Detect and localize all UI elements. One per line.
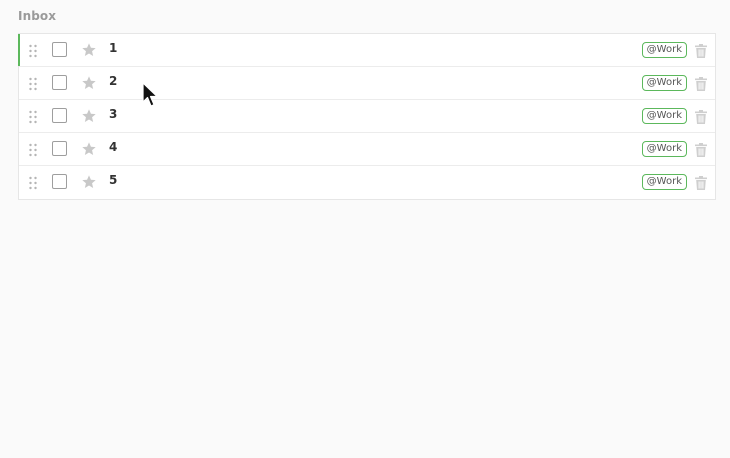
star-icon[interactable] (81, 141, 97, 157)
task-title[interactable]: 3 (109, 107, 117, 121)
trash-icon[interactable] (695, 43, 707, 58)
task-title[interactable]: 4 (109, 140, 117, 154)
drag-handle-icon[interactable] (28, 142, 38, 157)
star-icon[interactable] (81, 108, 97, 124)
trash-icon[interactable] (695, 142, 707, 157)
task-checkbox[interactable] (52, 42, 67, 57)
task-list: 1 @Work 2 @Work 3 @Work 4 @Work 5 @Work (18, 33, 716, 200)
task-checkbox[interactable] (52, 174, 67, 189)
task-row[interactable]: 5 @Work (19, 166, 715, 199)
drag-handle-icon[interactable] (28, 109, 38, 124)
task-checkbox[interactable] (52, 108, 67, 123)
task-row[interactable]: 4 @Work (19, 133, 715, 166)
trash-icon[interactable] (695, 76, 707, 91)
task-tag[interactable]: @Work (641, 141, 687, 157)
drag-handle-icon[interactable] (28, 43, 38, 58)
mouse-cursor-icon (142, 82, 160, 108)
task-row[interactable]: 3 @Work (19, 100, 715, 133)
star-icon[interactable] (81, 174, 97, 190)
task-title[interactable]: 1 (109, 41, 117, 55)
task-tag[interactable]: @Work (641, 108, 687, 124)
drag-handle-icon[interactable] (28, 76, 38, 91)
task-checkbox[interactable] (52, 141, 67, 156)
trash-icon[interactable] (695, 175, 707, 190)
task-tag[interactable]: @Work (641, 42, 687, 58)
trash-icon[interactable] (695, 109, 707, 124)
task-checkbox[interactable] (52, 75, 67, 90)
task-row[interactable]: 1 @Work (18, 34, 715, 67)
drag-handle-icon[interactable] (28, 175, 38, 190)
task-title[interactable]: 5 (109, 173, 117, 187)
star-icon[interactable] (81, 42, 97, 58)
star-icon[interactable] (81, 75, 97, 91)
section-title: Inbox (18, 9, 57, 23)
task-tag[interactable]: @Work (641, 75, 687, 91)
task-row[interactable]: 2 @Work (19, 67, 715, 100)
task-tag[interactable]: @Work (641, 174, 687, 190)
task-title[interactable]: 2 (109, 74, 117, 88)
